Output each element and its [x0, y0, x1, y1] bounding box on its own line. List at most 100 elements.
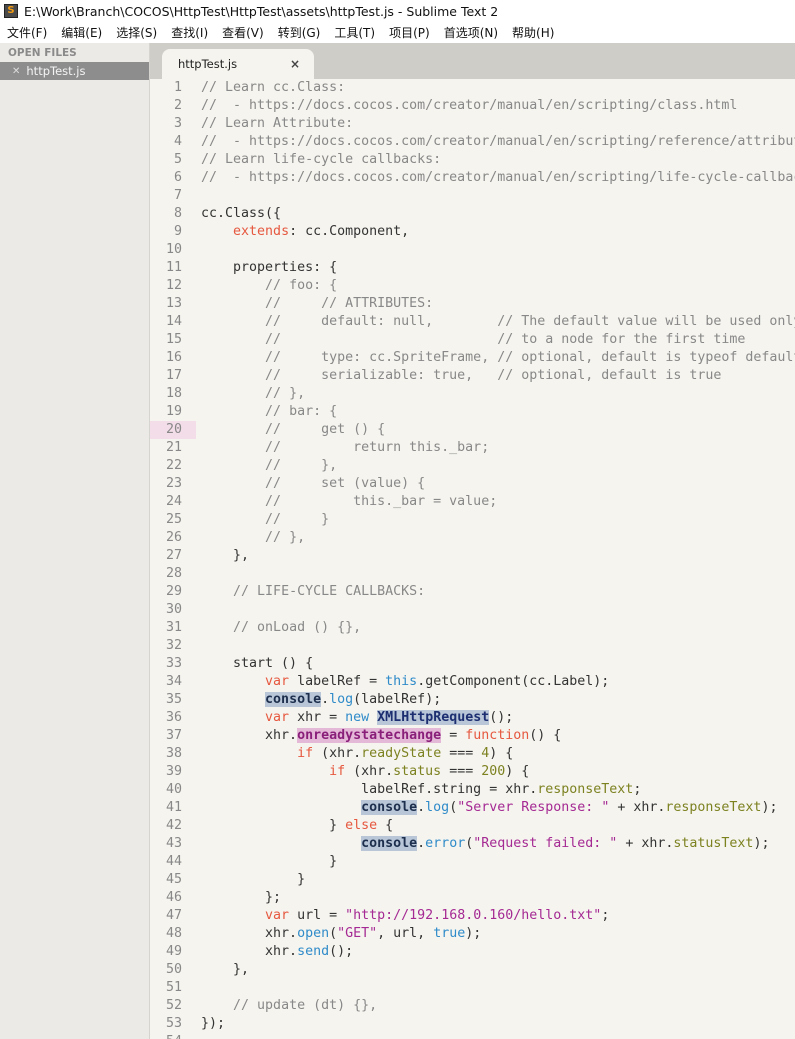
code-editor[interactable]: 1 // Learn cc.Class: 2 // - https://docs.co… [150, 79, 795, 1039]
code-line: 26 // }, [150, 529, 795, 547]
code-token: }; [201, 890, 282, 905]
code-token: ) { [505, 764, 530, 779]
tab-httptest-js[interactable]: httpTest.js × [162, 49, 314, 79]
menu-item[interactable]: 查看(V) [215, 24, 271, 41]
code-token: // get () { [265, 422, 386, 437]
code-token: (); [329, 944, 354, 959]
menu-item[interactable]: 编辑(E) [54, 24, 109, 41]
code-token: if [329, 764, 346, 779]
line-number: 11 [165, 260, 182, 275]
line-code: // }, [182, 529, 305, 547]
code-line: 17 // serializable: true, // optional, d… [150, 367, 795, 385]
code-line: 40 labelRef.string = xhr.responseText; [150, 781, 795, 799]
line-number: 4 [173, 134, 182, 149]
line-code: console.log(labelRef); [182, 691, 441, 709]
line-code: }, [182, 961, 249, 979]
line-code: // return this._bar; [182, 439, 489, 457]
menu-item[interactable]: 工具(T) [327, 24, 382, 41]
menu-item[interactable]: 查找(I) [164, 24, 215, 41]
close-icon[interactable]: ✕ [12, 66, 20, 77]
line-code: if (xhr.status === 200) { [182, 763, 529, 781]
line-code: console.error("Request failed: " + xhr.s… [182, 835, 769, 853]
menu-item[interactable]: 项目(P) [382, 24, 437, 41]
code-token: open [297, 926, 330, 941]
line-code: // default: null, // The default value w… [182, 313, 795, 331]
line-code: // onLoad () {}, [182, 619, 361, 637]
code-line: 6 // - https://docs.cocos.com/creator/man… [150, 169, 795, 187]
code-token: "GET" [337, 926, 378, 941]
line-number: 38 [165, 746, 182, 761]
code-line: 37 xhr.onreadystatechange = function() { [150, 727, 795, 745]
code-line: 31 // onLoad () {}, [150, 619, 795, 637]
code-line: 4 // - https://docs.cocos.com/creator/man… [150, 133, 795, 151]
code-token: labelRef.string = xhr. [201, 782, 538, 797]
code-token: onreadystatechange [297, 728, 442, 743]
code-token: function [465, 728, 530, 743]
line-code: // type: cc.SpriteFrame, // optional, de… [182, 349, 795, 367]
code-line: 23 // set (value) { [150, 475, 795, 493]
code-token: = [441, 728, 466, 743]
line-code: // Learn cc.Class: [182, 79, 345, 97]
line-number: 22 [165, 458, 182, 473]
code-token: var [265, 674, 290, 689]
menu-item[interactable]: 选择(S) [109, 24, 164, 41]
code-token: statusText [673, 836, 754, 851]
code-line: 53}); [150, 1015, 795, 1033]
tab-close-icon[interactable]: × [290, 57, 300, 71]
menu-item[interactable]: 转到(G) [271, 24, 328, 41]
line-code: // serializable: true, // optional, defa… [182, 367, 721, 385]
line-code: // this._bar = value; [182, 493, 497, 511]
code-token: "Request failed: " [473, 836, 618, 851]
sidebar: OPEN FILES ✕ httpTest.js [0, 43, 150, 1039]
code-token: // update (dt) {}, [233, 998, 378, 1013]
code-token: // this._bar = value; [265, 494, 498, 509]
line-number: 1 [173, 80, 182, 95]
code-line: 33 start () { [150, 655, 795, 673]
line-code: // get () { [182, 421, 385, 439]
code-line: 39 if (xhr.status === 200) { [150, 763, 795, 781]
code-line: 52 // update (dt) {}, [150, 997, 795, 1015]
line-code: // - https://docs.cocos.com/creator/manu… [182, 97, 737, 115]
code-line: 2 // - https://docs.cocos.com/creator/man… [150, 97, 795, 115]
code-token: // bar: { [265, 404, 338, 419]
line-number: 39 [165, 764, 182, 779]
line-code: // foo: { [182, 277, 337, 295]
line-number: 18 [165, 386, 182, 401]
menu-item[interactable]: 帮助(H) [505, 24, 561, 41]
line-number: 37 [165, 728, 182, 743]
code-token: cc.Class({ [201, 206, 282, 221]
line-number: 50 [165, 962, 182, 977]
code-token: // foo: { [265, 278, 338, 293]
code-token: // - https://docs.cocos.com/creator/manu… [201, 98, 738, 113]
line-number: 9 [173, 224, 182, 239]
code-token: xhr. [201, 728, 298, 743]
code-line: 45 } [150, 871, 795, 889]
menu-item[interactable]: 文件(F) [0, 24, 54, 41]
line-number: 45 [165, 872, 182, 887]
code-token: ; [633, 782, 642, 797]
code-line: 22 // }, [150, 457, 795, 475]
code-token: === [441, 746, 482, 761]
menu-item[interactable]: 首选项(N) [437, 24, 505, 41]
code-token: properties: { [201, 260, 338, 275]
line-code: }, [182, 547, 249, 565]
code-line: 42 } else { [150, 817, 795, 835]
line-code: xhr.open("GET", url, true); [182, 925, 481, 943]
sidebar-file-item[interactable]: ✕ httpTest.js [0, 62, 149, 80]
code-line: 27 }, [150, 547, 795, 565]
code-token: ); [761, 800, 778, 815]
line-code: // update (dt) {}, [182, 997, 377, 1015]
code-line: 9 extends: cc.Component, [150, 223, 795, 241]
